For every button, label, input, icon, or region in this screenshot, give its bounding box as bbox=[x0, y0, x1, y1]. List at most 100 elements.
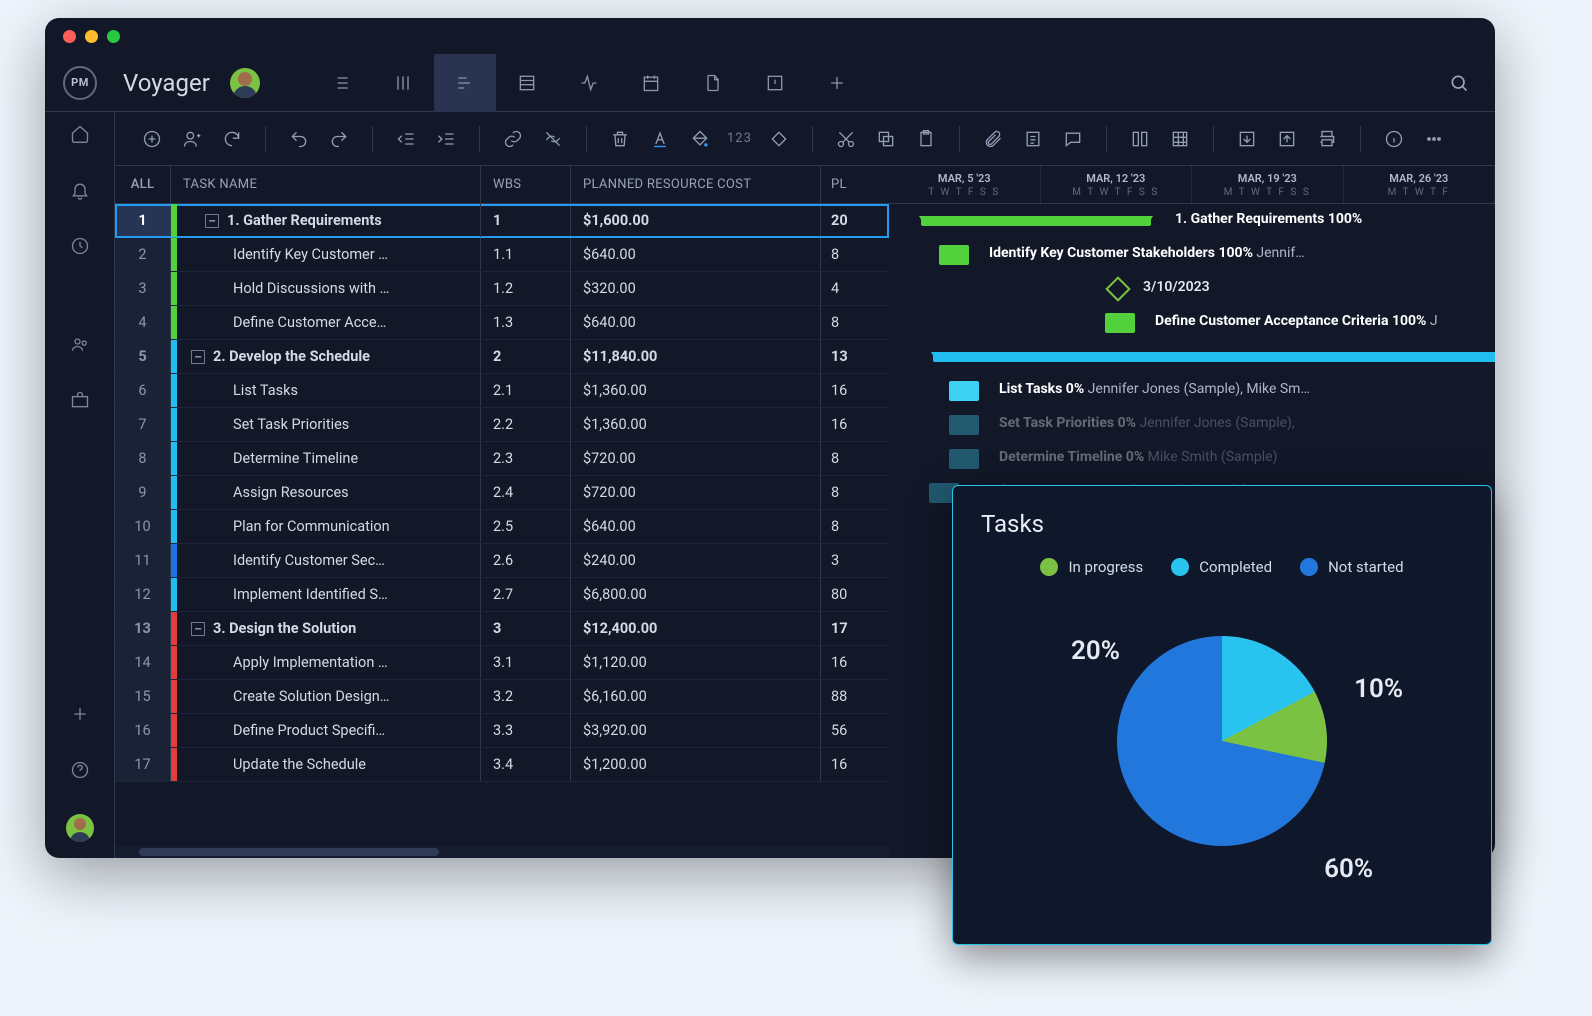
cell-task-name[interactable]: Hold Discussions with … bbox=[171, 272, 481, 305]
cell-task-name[interactable]: Apply Implementation … bbox=[171, 646, 481, 679]
row-index[interactable]: 11 bbox=[115, 544, 171, 577]
nav-portfolio[interactable] bbox=[68, 388, 92, 412]
gantt-milestone[interactable] bbox=[1105, 276, 1130, 301]
row-index[interactable]: 15 bbox=[115, 680, 171, 713]
row-index[interactable]: 17 bbox=[115, 748, 171, 781]
tab-calendar[interactable] bbox=[620, 54, 682, 112]
col-cost[interactable]: PLANNED RESOURCE COST bbox=[571, 166, 821, 203]
tb-milestone[interactable] bbox=[766, 126, 792, 152]
maximize-window-button[interactable] bbox=[107, 30, 120, 43]
gantt-task-bar[interactable] bbox=[949, 415, 979, 435]
row-index[interactable]: 13 bbox=[115, 612, 171, 645]
tb-info[interactable] bbox=[1381, 126, 1407, 152]
nav-home[interactable] bbox=[68, 122, 92, 146]
cell-task-name[interactable]: Plan for Communication bbox=[171, 510, 481, 543]
task-row[interactable]: 13–3. Design the Solution3$12,400.0017 bbox=[115, 612, 889, 646]
tab-issues[interactable] bbox=[744, 54, 806, 112]
col-task-name[interactable]: TASK NAME bbox=[171, 166, 481, 203]
tb-copy[interactable] bbox=[873, 126, 899, 152]
nav-user-avatar[interactable] bbox=[66, 814, 94, 842]
search-button[interactable] bbox=[1439, 63, 1479, 103]
tb-print[interactable] bbox=[1314, 126, 1340, 152]
task-row[interactable]: 1–1. Gather Requirements1$1,600.0020 bbox=[115, 204, 889, 238]
task-row[interactable]: 7Set Task Priorities2.2$1,360.0016 bbox=[115, 408, 889, 442]
nav-help[interactable] bbox=[68, 758, 92, 782]
task-row[interactable]: 16Define Product Specifi…3.3$3,920.0056 bbox=[115, 714, 889, 748]
row-index[interactable]: 10 bbox=[115, 510, 171, 543]
task-row[interactable]: 6List Tasks2.1$1,360.0016 bbox=[115, 374, 889, 408]
cell-task-name[interactable]: Implement Identified S… bbox=[171, 578, 481, 611]
col-pl[interactable]: PL bbox=[821, 166, 889, 203]
row-index[interactable]: 2 bbox=[115, 238, 171, 271]
task-row[interactable]: 5–2. Develop the Schedule2$11,840.0013 bbox=[115, 340, 889, 374]
task-row[interactable]: 15Create Solution Design…3.2$6,160.0088 bbox=[115, 680, 889, 714]
tb-grid[interactable] bbox=[1167, 126, 1193, 152]
nav-time[interactable] bbox=[68, 234, 92, 258]
cell-task-name[interactable]: Update the Schedule bbox=[171, 748, 481, 781]
nav-team[interactable] bbox=[68, 332, 92, 356]
cell-task-name[interactable]: List Tasks bbox=[171, 374, 481, 407]
tb-comments[interactable] bbox=[1060, 126, 1086, 152]
tb-import[interactable] bbox=[1234, 126, 1260, 152]
row-index[interactable]: 12 bbox=[115, 578, 171, 611]
row-index[interactable]: 4 bbox=[115, 306, 171, 339]
minimize-window-button[interactable] bbox=[85, 30, 98, 43]
tb-assign[interactable] bbox=[179, 126, 205, 152]
cell-task-name[interactable]: –2. Develop the Schedule bbox=[171, 340, 481, 373]
cell-task-name[interactable]: Define Customer Acce… bbox=[171, 306, 481, 339]
tb-undo[interactable] bbox=[286, 126, 312, 152]
col-all[interactable]: ALL bbox=[115, 166, 171, 203]
tb-redo[interactable] bbox=[326, 126, 352, 152]
tab-files[interactable] bbox=[682, 54, 744, 112]
gantt-summary-bar[interactable] bbox=[921, 216, 1151, 226]
tb-indent[interactable] bbox=[433, 126, 459, 152]
cell-task-name[interactable]: Define Product Specifi… bbox=[171, 714, 481, 747]
tb-unlink[interactable] bbox=[540, 126, 566, 152]
task-row[interactable]: 12Implement Identified S…2.7$6,800.0080 bbox=[115, 578, 889, 612]
tb-number-format[interactable]: 123 bbox=[727, 131, 752, 146]
gantt-task-bar[interactable] bbox=[949, 449, 979, 469]
tb-fill-color[interactable] bbox=[687, 126, 713, 152]
row-index[interactable]: 7 bbox=[115, 408, 171, 441]
task-row[interactable]: 4Define Customer Acce…1.3$640.008 bbox=[115, 306, 889, 340]
tb-outdent[interactable] bbox=[393, 126, 419, 152]
cell-task-name[interactable]: Determine Timeline bbox=[171, 442, 481, 475]
cell-task-name[interactable]: Create Solution Design… bbox=[171, 680, 481, 713]
task-row[interactable]: 10Plan for Communication2.5$640.008 bbox=[115, 510, 889, 544]
gantt-task-bar[interactable] bbox=[949, 381, 979, 401]
tab-add-view[interactable] bbox=[806, 54, 868, 112]
tab-list[interactable] bbox=[310, 54, 372, 112]
tb-export[interactable] bbox=[1274, 126, 1300, 152]
col-wbs[interactable]: WBS bbox=[481, 166, 571, 203]
row-index[interactable]: 6 bbox=[115, 374, 171, 407]
task-row[interactable]: 11Identify Customer Sec…2.6$240.003 bbox=[115, 544, 889, 578]
row-index[interactable]: 16 bbox=[115, 714, 171, 747]
tb-more[interactable] bbox=[1421, 126, 1447, 152]
cell-task-name[interactable]: –3. Design the Solution bbox=[171, 612, 481, 645]
row-index[interactable]: 9 bbox=[115, 476, 171, 509]
task-row[interactable]: 8Determine Timeline2.3$720.008 bbox=[115, 442, 889, 476]
task-row[interactable]: 3Hold Discussions with …1.2$320.004 bbox=[115, 272, 889, 306]
task-row[interactable]: 14Apply Implementation …3.1$1,120.0016 bbox=[115, 646, 889, 680]
app-logo[interactable]: PM bbox=[63, 66, 97, 100]
project-owner-avatar[interactable] bbox=[230, 68, 260, 98]
cell-task-name[interactable]: Identify Customer Sec… bbox=[171, 544, 481, 577]
task-row[interactable]: 2Identify Key Customer …1.1$640.008 bbox=[115, 238, 889, 272]
tab-board[interactable] bbox=[372, 54, 434, 112]
row-index[interactable]: 1 bbox=[115, 204, 171, 237]
cell-task-name[interactable]: Identify Key Customer … bbox=[171, 238, 481, 271]
tb-attach[interactable] bbox=[980, 126, 1006, 152]
grid-horizontal-scrollbar[interactable] bbox=[115, 846, 889, 858]
task-row[interactable]: 17Update the Schedule3.4$1,200.0016 bbox=[115, 748, 889, 782]
collapse-toggle[interactable]: – bbox=[205, 214, 219, 228]
tb-link[interactable] bbox=[500, 126, 526, 152]
cell-task-name[interactable]: Set Task Priorities bbox=[171, 408, 481, 441]
cell-task-name[interactable]: –1. Gather Requirements bbox=[171, 204, 481, 237]
gantt-summary-bar[interactable] bbox=[933, 352, 1495, 362]
gantt-task-bar[interactable] bbox=[1105, 313, 1135, 333]
row-index[interactable]: 8 bbox=[115, 442, 171, 475]
cell-task-name[interactable]: Assign Resources bbox=[171, 476, 481, 509]
tb-refresh[interactable] bbox=[219, 126, 245, 152]
close-window-button[interactable] bbox=[63, 30, 76, 43]
tab-activity[interactable] bbox=[558, 54, 620, 112]
